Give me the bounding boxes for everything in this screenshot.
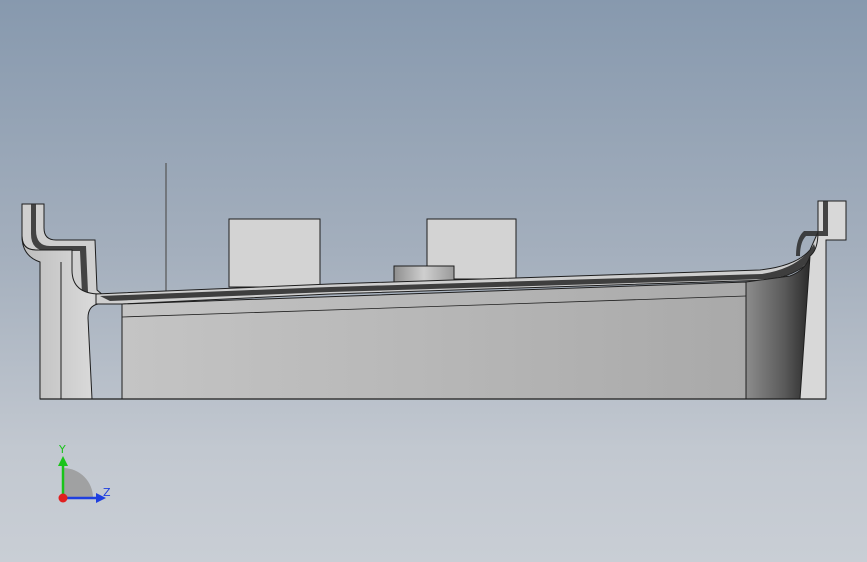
triad-quarter-disc — [63, 468, 93, 498]
rear-block-left — [228, 218, 321, 288]
x-axis-dot-icon — [58, 493, 68, 503]
y-axis-arrow-icon — [58, 456, 68, 466]
z-axis-label: Z — [103, 486, 111, 499]
left-end-face — [21, 235, 123, 400]
y-axis-label: Y — [58, 443, 66, 456]
graphics-viewport[interactable]: Y Z — [0, 0, 867, 562]
model-view[interactable] — [0, 0, 867, 562]
axis-triad: Y Z — [58, 443, 111, 503]
